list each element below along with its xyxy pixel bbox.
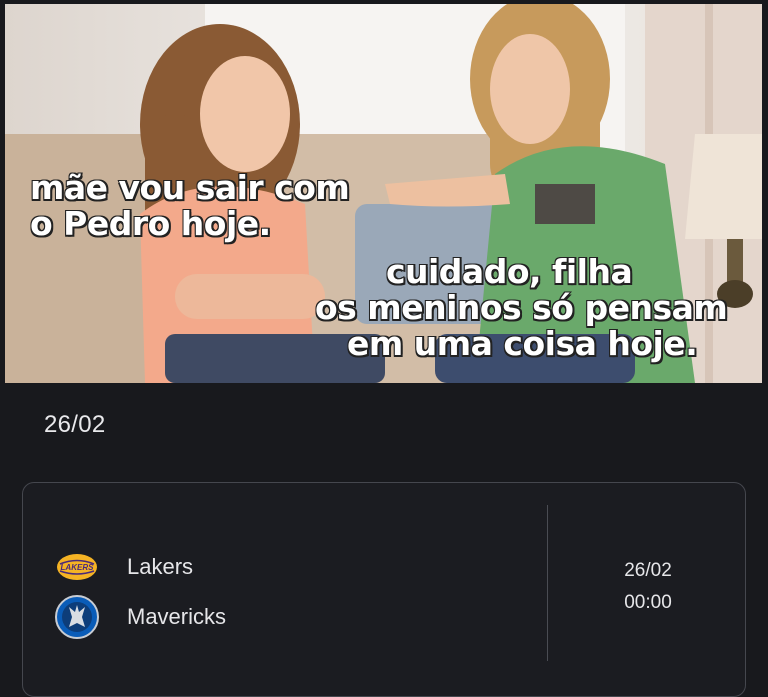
svg-text:LAKERS: LAKERS: [61, 563, 95, 572]
mavericks-logo-icon: [53, 593, 101, 641]
meme-caption-mother: cuidado, filha os meninos só pensam em u…: [314, 252, 729, 363]
caption-line: os meninos só pensam: [314, 288, 729, 327]
caption-line: em uma coisa hoje.: [346, 324, 699, 363]
team-name-home: Lakers: [127, 554, 194, 579]
team-row-lakers: LAKERS Lakers: [53, 543, 193, 591]
match-datetime: 26/02 00:00: [583, 555, 713, 619]
match-card[interactable]: LAKERS Lakers Mavericks 26/02 00:00: [22, 482, 746, 697]
meme-image: mãe vou sair com o Pedro hoje. cuidado, …: [5, 4, 762, 383]
meme-caption-daughter: mãe vou sair com o Pedro hoje.: [29, 168, 351, 243]
team-name-away: Mavericks: [127, 604, 227, 629]
card-divider: [547, 505, 548, 661]
lakers-logo-icon: LAKERS: [53, 543, 101, 591]
caption-line: cuidado, filha: [385, 252, 634, 291]
caption-line: o Pedro hoje.: [29, 204, 272, 243]
match-time: 00:00: [624, 592, 672, 613]
date-header: 26/02: [44, 411, 106, 438]
caption-line: mãe vou sair com: [29, 168, 351, 207]
match-date: 26/02: [624, 560, 672, 581]
team-row-mavericks: Mavericks: [53, 593, 226, 641]
